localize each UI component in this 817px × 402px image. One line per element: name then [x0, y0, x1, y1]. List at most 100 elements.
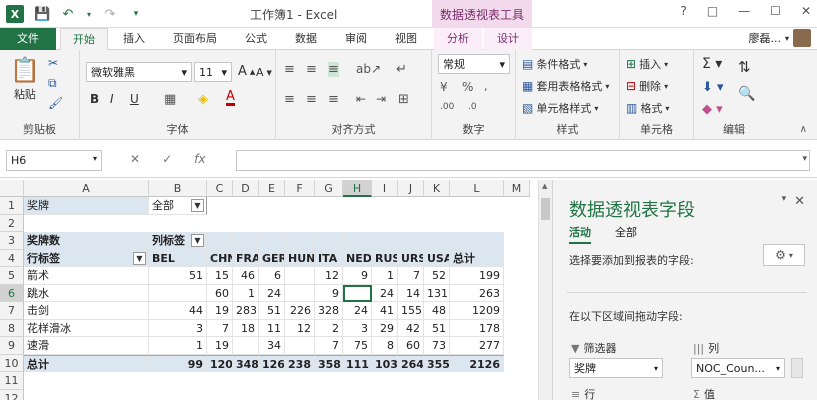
row-header-3[interactable]: 3 — [0, 232, 24, 250]
data-cell[interactable] — [149, 284, 207, 302]
data-cell[interactable]: 1 — [372, 267, 398, 285]
data-cell[interactable]: 178 — [450, 319, 504, 337]
underline-button[interactable]: U — [130, 92, 139, 106]
decrease-indent-icon[interactable]: ⇤ — [356, 92, 366, 106]
column-label[interactable]: CHN — [207, 249, 233, 267]
data-cell[interactable]: 34 — [259, 337, 285, 355]
data-cell[interactable]: 9 — [315, 284, 343, 302]
insert-cells-button[interactable]: ⊞ 插入 ▾ — [626, 56, 668, 72]
undo-dropdown-icon[interactable]: ▾ — [86, 10, 92, 19]
cut-icon[interactable]: ✂ — [48, 56, 58, 70]
redo-icon[interactable]: ↷ — [102, 7, 118, 22]
column-header-b[interactable]: B — [149, 180, 207, 197]
tab-formulas[interactable]: 公式 — [234, 28, 278, 50]
row-header-12[interactable]: 12 — [0, 389, 24, 400]
orientation-icon[interactable]: ab↗ — [356, 62, 381, 76]
format-painter-icon[interactable]: 🖌 — [48, 96, 63, 110]
font-size-select[interactable]: 11 ▾ — [194, 62, 232, 82]
tab-page-layout[interactable]: 页面布局 — [162, 28, 228, 50]
data-cell[interactable]: 11 — [259, 319, 285, 337]
autosum-icon[interactable]: Σ ▾ — [702, 56, 722, 72]
align-bottom-icon[interactable]: ≡ — [328, 62, 339, 77]
decrease-decimal-icon[interactable]: .0 — [468, 102, 477, 112]
row-label[interactable]: 速滑 — [24, 337, 149, 355]
column-header-c[interactable]: C — [207, 180, 233, 197]
column-header-i[interactable]: I — [372, 180, 398, 197]
column-label[interactable]: USA — [424, 249, 450, 267]
data-cell[interactable]: 18 — [233, 319, 259, 337]
wrap-text-icon[interactable]: ↵ — [396, 62, 407, 77]
delete-cells-button[interactable]: ⊟ 删除 ▾ — [626, 78, 668, 94]
row-header-5[interactable]: 5 — [0, 267, 24, 285]
name-box[interactable]: H6 ▾ — [6, 150, 102, 171]
grand-total-cell[interactable]: 2126 — [450, 354, 504, 372]
data-cell[interactable]: 3 — [149, 319, 207, 337]
data-cell[interactable] — [285, 267, 315, 285]
find-select-icon[interactable]: 🔍 — [738, 86, 755, 102]
data-cell[interactable]: 52 — [424, 267, 450, 285]
pivot-header-cell[interactable] — [207, 232, 233, 250]
pivot-header-cell[interactable] — [343, 232, 372, 250]
row-label[interactable]: 花样滑冰 — [24, 319, 149, 337]
row-label[interactable]: 跳水 — [24, 284, 149, 302]
border-icon[interactable]: ▦ — [164, 92, 176, 107]
data-cell[interactable]: 12 — [285, 319, 315, 337]
help-icon[interactable]: ? — [680, 4, 686, 18]
columns-area-scrollbar[interactable] — [791, 358, 803, 378]
data-cell[interactable]: 60 — [398, 337, 424, 355]
row-header-6[interactable]: 6 — [0, 284, 24, 302]
italic-button[interactable]: I — [110, 92, 114, 106]
align-center-icon[interactable]: ≡ — [306, 92, 317, 107]
tab-all[interactable]: 全部 — [615, 224, 637, 240]
vertical-scrollbar[interactable]: ▲ — [538, 180, 552, 400]
row-header-7[interactable]: 7 — [0, 302, 24, 320]
data-cell[interactable]: 19 — [207, 302, 233, 320]
data-cell[interactable]: 1 — [149, 337, 207, 355]
formula-input[interactable] — [236, 150, 810, 171]
expand-formula-icon[interactable]: ▾ — [802, 154, 807, 164]
data-cell[interactable]: 9 — [343, 267, 372, 285]
row-header-8[interactable]: 8 — [0, 319, 24, 337]
table-format-button[interactable]: ▦ 套用表格格式 ▾ — [522, 78, 609, 94]
row-label[interactable]: 击剑 — [24, 302, 149, 320]
increase-decimal-icon[interactable]: .00 — [440, 102, 454, 112]
scroll-up-icon[interactable]: ▲ — [542, 182, 547, 190]
data-cell[interactable]: 51 — [424, 319, 450, 337]
align-left-icon[interactable]: ≡ — [284, 92, 295, 107]
grand-total-cell[interactable]: 358 — [315, 354, 343, 372]
comma-icon[interactable]: , — [484, 80, 488, 93]
data-cell[interactable]: 51 — [259, 302, 285, 320]
fill-color-icon[interactable]: ◈ — [198, 92, 208, 107]
data-cell[interactable]: 1209 — [450, 302, 504, 320]
ribbon-display-icon[interactable]: □ — [707, 4, 718, 18]
copy-icon[interactable]: ⧉ — [48, 76, 57, 91]
tab-active[interactable]: 活动 — [569, 224, 591, 244]
row-header-11[interactable]: 11 — [0, 372, 24, 390]
sort-filter-icon[interactable]: ⇅ — [738, 58, 751, 76]
increase-font-icon[interactable]: A ▲ — [238, 64, 255, 79]
data-cell[interactable]: 328 — [315, 302, 343, 320]
data-cell[interactable]: 46 — [233, 267, 259, 285]
bold-button[interactable]: B — [90, 92, 99, 106]
row-header-4[interactable]: 4 — [0, 249, 24, 267]
data-cell[interactable]: 7 — [315, 337, 343, 355]
data-cell[interactable] — [233, 337, 259, 355]
column-label[interactable]: NED — [343, 249, 372, 267]
tab-design[interactable]: 设计 — [484, 28, 532, 50]
tab-review[interactable]: 审阅 — [334, 28, 378, 50]
column-filter-icon[interactable]: ▼ — [191, 234, 204, 247]
increase-indent-icon[interactable]: ⇥ — [376, 92, 386, 106]
filter-dropdown-icon[interactable]: ▼ — [191, 199, 204, 212]
collapse-ribbon-icon[interactable]: ∧ — [800, 124, 807, 135]
column-header-e[interactable]: E — [259, 180, 285, 197]
column-field-item[interactable]: NOC_Coun... ▾ — [691, 358, 785, 378]
column-label[interactable]: RUS — [372, 249, 398, 267]
align-middle-icon[interactable]: ≡ — [306, 62, 317, 77]
percent-icon[interactable]: % — [462, 80, 473, 94]
grand-total-cell[interactable]: 355 — [424, 354, 450, 372]
column-header-l[interactable]: L — [450, 180, 504, 197]
data-cell[interactable]: 29 — [372, 319, 398, 337]
row-header-2[interactable]: 2 — [0, 214, 24, 232]
data-cell[interactable]: 277 — [450, 337, 504, 355]
undo-icon[interactable]: ↶ — [60, 7, 76, 22]
